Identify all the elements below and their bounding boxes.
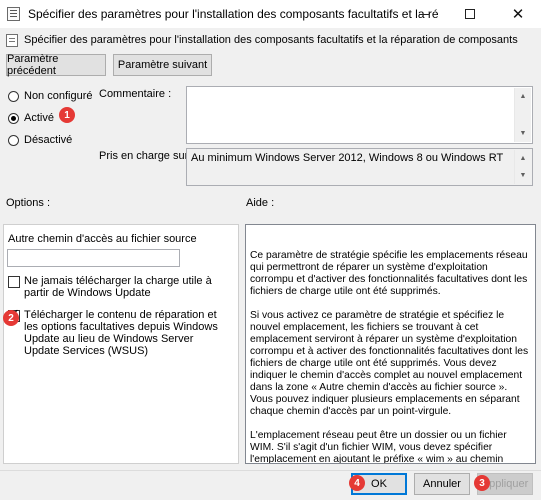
never-download-option[interactable]: Ne jamais télécharger la charge utile à …: [8, 275, 226, 299]
annotation-badge-4: 4: [349, 475, 365, 491]
help-text: Ce paramètre de stratégie spécifie les e…: [250, 250, 530, 464]
window-title: Spécifier des paramètres pour l'installa…: [28, 7, 438, 21]
radio-circle: [8, 90, 19, 102]
cancel-button[interactable]: Annuler: [414, 473, 470, 495]
radio-label: Activé: [24, 112, 54, 124]
options-heading: Options :: [6, 197, 51, 209]
radio-circle: [8, 134, 19, 146]
next-setting-button[interactable]: Paramètre suivant: [113, 54, 212, 76]
scroll-down-icon[interactable]: ▼: [515, 167, 531, 184]
policy-doc-icon: [6, 33, 18, 47]
annotation-badge-3: 3: [474, 475, 490, 491]
supported-on-value: Au minimum Windows Server 2012, Windows …: [191, 152, 504, 164]
policy-heading-text: Spécifier des paramètres pour l'installa…: [24, 34, 518, 46]
help-paragraph: L'emplacement réseau peut être un dossie…: [250, 430, 507, 464]
radio-disabled[interactable]: Désactivé: [8, 134, 72, 146]
comment-field[interactable]: ▲ ▼: [186, 86, 533, 144]
radio-enabled[interactable]: Activé: [8, 112, 54, 124]
source-path-input[interactable]: [7, 249, 180, 267]
radio-label: Non configuré: [24, 90, 93, 102]
footer-separator: [0, 470, 541, 471]
maximize-icon: [465, 9, 475, 19]
path-label: Autre chemin d'accès au fichier source: [8, 233, 197, 245]
close-icon: ✕: [511, 5, 525, 23]
close-button[interactable]: ✕: [495, 0, 541, 28]
download-wu-label: Télécharger le contenu de réparation et …: [24, 309, 218, 357]
never-download-checkbox[interactable]: [8, 276, 20, 288]
annotation-badge-1: 1: [59, 107, 75, 123]
minimize-button[interactable]: [401, 0, 447, 28]
options-panel: Autre chemin d'accès au fichier source N…: [3, 224, 239, 464]
scroll-up-icon[interactable]: ▲: [515, 150, 531, 167]
radio-label: Désactivé: [24, 134, 73, 146]
help-paragraph: Ce paramètre de stratégie spécifie les e…: [250, 250, 528, 297]
radio-not-configured[interactable]: Non configuré: [8, 90, 93, 102]
maximize-button[interactable]: [447, 0, 493, 28]
supported-on-field: Au minimum Windows Server 2012, Windows …: [186, 148, 533, 186]
policy-icon: [7, 7, 20, 21]
minimize-icon: [419, 13, 429, 15]
help-paragraph: Si vous activez ce paramètre de stratégi…: [250, 310, 529, 417]
help-panel: Ce paramètre de stratégie spécifie les e…: [245, 224, 536, 464]
scroll-down-icon[interactable]: ▼: [515, 125, 531, 142]
download-wu-option[interactable]: Télécharger le contenu de réparation et …: [8, 308, 226, 357]
help-heading: Aide :: [246, 197, 275, 209]
never-download-label: Ne jamais télécharger la charge utile à …: [24, 275, 212, 299]
scroll-up-icon[interactable]: ▲: [515, 88, 531, 105]
radio-circle: [8, 112, 19, 124]
policy-heading: Spécifier des paramètres pour l'installa…: [6, 32, 518, 48]
title-bar: Spécifier des paramètres pour l'installa…: [0, 0, 541, 28]
comment-label: Commentaire :: [99, 88, 172, 100]
comment-scrollbar[interactable]: ▲ ▼: [514, 88, 531, 142]
previous-setting-button[interactable]: Paramètre précédent: [6, 53, 106, 77]
supported-scrollbar[interactable]: ▲ ▼: [514, 150, 531, 184]
supported-on-label: Pris en charge sur :: [99, 150, 195, 162]
annotation-badge-2: 2: [3, 310, 19, 326]
